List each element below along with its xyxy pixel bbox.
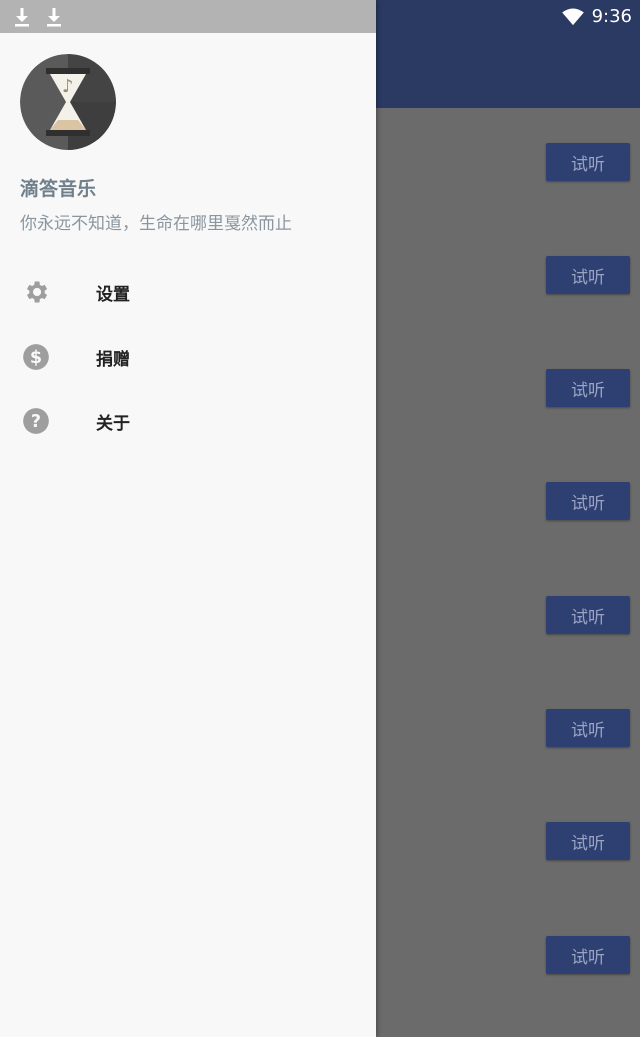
app-slogan: 你永远不知道，生命在哪里戛然而止	[20, 214, 292, 234]
menu-item-settings[interactable]: 设置	[0, 260, 376, 324]
listen-button[interactable]: 试听	[546, 482, 630, 520]
listen-button[interactable]: 试听	[546, 596, 630, 634]
svg-text:?: ?	[31, 412, 41, 432]
navigation-drawer: ♪ 滴答音乐 你永远不知道，生命在哪里戛然而止 设置 $ 捐赠 ? 关于	[0, 0, 376, 1037]
dollar-icon: $	[23, 344, 49, 370]
listen-button[interactable]: 试听	[546, 822, 630, 860]
download-icon	[15, 8, 29, 27]
hourglass-icon: ♪	[20, 54, 116, 150]
wifi-icon	[561, 7, 584, 25]
listen-button[interactable]: 试听	[546, 369, 630, 407]
menu-label: 捐赠	[96, 349, 130, 370]
listen-button[interactable]: 试听	[546, 256, 630, 294]
gear-icon	[27, 281, 48, 303]
listen-button[interactable]: 试听	[546, 143, 630, 181]
clock: 9:36	[591, 6, 632, 27]
listen-button[interactable]: 试听	[546, 709, 630, 747]
menu-item-donate[interactable]: $ 捐赠	[0, 325, 376, 389]
app-logo-avatar: ♪	[20, 54, 116, 150]
svg-text:$: $	[30, 348, 42, 368]
svg-text:♪: ♪	[62, 76, 74, 97]
menu-label: 设置	[96, 284, 130, 305]
status-right: 9:36	[561, 0, 632, 33]
menu-label: 关于	[96, 413, 130, 434]
listen-button[interactable]: 试听	[546, 936, 630, 974]
app-name: 滴答音乐	[20, 178, 97, 200]
help-icon: ?	[23, 408, 49, 434]
menu-item-about[interactable]: ? 关于	[0, 389, 376, 453]
drawer-status-bar	[0, 0, 376, 33]
download-icon	[47, 8, 61, 27]
